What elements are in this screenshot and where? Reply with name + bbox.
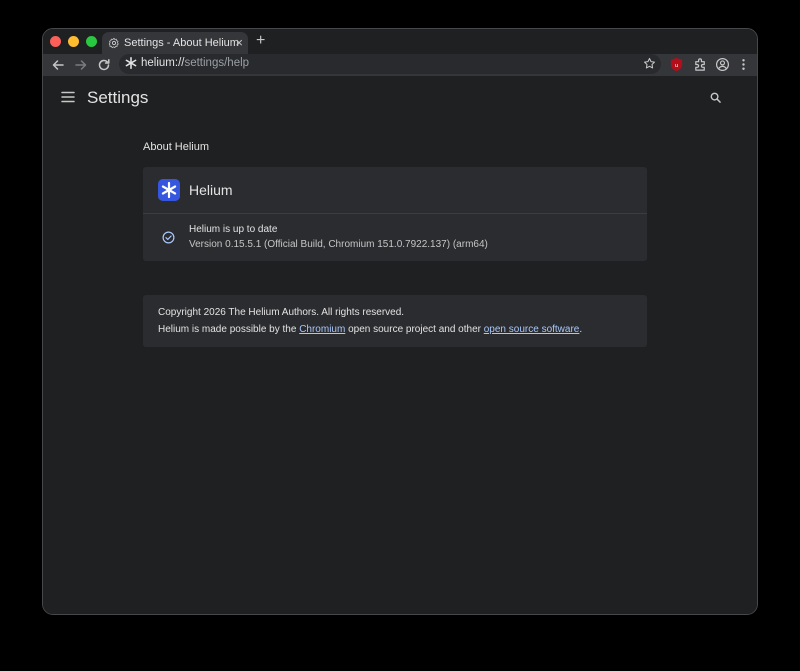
about-card: Helium Helium is up to date Version 0.15… — [143, 167, 647, 261]
credits-middle: open source project and other — [345, 324, 484, 335]
address-bar[interactable]: helium://settings/help — [119, 54, 661, 74]
tab-close-icon[interactable]: × — [235, 35, 243, 50]
legal-card: Copyright 2026 The Helium Authors. All r… — [143, 295, 647, 347]
url-host: helium:// — [141, 57, 185, 69]
credits-suffix: . — [579, 324, 583, 335]
reload-icon[interactable] — [96, 57, 112, 73]
ublock-shield-icon[interactable]: u — [669, 57, 684, 72]
tab-settings-about[interactable]: Settings - About Helium × — [102, 32, 248, 54]
credits-text: Helium is made possible by the Chromium … — [158, 324, 582, 335]
settings-header: Settings — [43, 76, 757, 120]
credits-prefix: Helium is made possible by the — [158, 324, 300, 335]
check-circle-icon — [162, 231, 175, 244]
profile-icon[interactable] — [715, 57, 730, 72]
page-title: Settings — [87, 88, 149, 107]
copyright-text: Copyright 2026 The Helium Authors. All r… — [158, 307, 405, 318]
kebab-menu-icon[interactable] — [736, 57, 751, 72]
toolbar: helium://settings/help u — [43, 54, 757, 76]
search-icon[interactable] — [710, 92, 721, 103]
url-path: settings/help — [184, 57, 250, 69]
window-close-button[interactable] — [50, 36, 61, 47]
asterisk-icon — [125, 56, 137, 70]
svg-text:u: u — [675, 63, 679, 69]
star-icon[interactable] — [643, 57, 656, 70]
arrow-left-icon[interactable] — [50, 57, 66, 73]
hamburger-icon[interactable] — [61, 91, 75, 103]
helium-logo-icon — [158, 179, 180, 201]
section-title: About Helium — [143, 141, 210, 153]
settings-page: Settings About Helium Helium Helium is u… — [43, 76, 757, 614]
app-name: Helium — [189, 182, 233, 198]
tab-title: Settings - About Helium — [124, 37, 239, 49]
browser-window: Settings - About Helium × + helium://set — [42, 28, 758, 615]
arrow-right-icon[interactable] — [73, 57, 89, 73]
chromium-link[interactable]: Chromium — [299, 324, 345, 335]
card-divider — [143, 213, 647, 214]
window-maximize-button[interactable] — [86, 36, 97, 47]
version-text: Version 0.15.5.1 (Official Build, Chromi… — [189, 239, 488, 250]
new-tab-button[interactable]: + — [256, 33, 265, 49]
window-minimize-button[interactable] — [68, 36, 79, 47]
url-text[interactable]: helium://settings/help — [141, 57, 249, 69]
open-source-software-link[interactable]: open source software — [484, 324, 580, 335]
gear-icon — [108, 37, 119, 49]
puzzle-icon[interactable] — [693, 57, 708, 72]
update-status: Helium is up to date — [189, 224, 278, 235]
tab-strip: Settings - About Helium × + — [43, 29, 757, 54]
